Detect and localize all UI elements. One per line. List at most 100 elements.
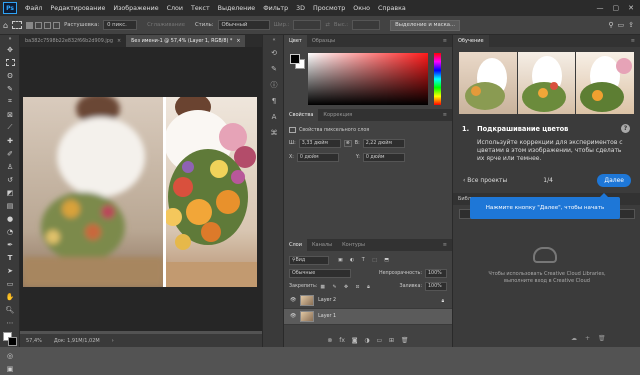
lock-icons[interactable]: ▦ ✎ ✥ ⊡ 🔒︎ (320, 284, 372, 290)
tab-color[interactable]: Цвет (284, 35, 307, 47)
workspace-icon[interactable]: ▭ (618, 21, 625, 29)
tab-document-untitled[interactable]: Без имени-1 @ 57,4% (Layer 1, RGB/8) *× (126, 35, 245, 47)
panel-menu-icon[interactable]: ≡ (438, 239, 452, 251)
maximize-icon[interactable]: ▢ (613, 4, 620, 12)
height-field[interactable]: 2,22 дюйм (363, 139, 405, 148)
dodge-tool-icon[interactable]: ◔ (0, 225, 20, 238)
history-icon[interactable]: ⟲ (263, 45, 285, 61)
link-icon[interactable]: ⊗ (344, 140, 352, 147)
lasso-tool-icon[interactable]: ʘ (0, 69, 20, 82)
blend-mode-select[interactable]: Обычные (289, 269, 351, 278)
tab-paths[interactable]: Контуры (337, 239, 370, 251)
swap-icon[interactable]: ⇄ (325, 22, 329, 28)
menu-window[interactable]: Окно (349, 5, 374, 12)
crop-tool-icon[interactable]: ⌗ (0, 95, 20, 108)
rectangle-tool-icon[interactable]: ▭ (0, 277, 20, 290)
quick-mask-icon[interactable]: ◎ (0, 349, 20, 362)
brush-settings-icon[interactable]: ✎ (263, 61, 285, 77)
coach-tooltip[interactable]: Нажмите кнопку "Далее", чтобы начать (470, 197, 620, 219)
cloud-icon[interactable]: ☁ (571, 335, 577, 342)
style-select[interactable]: Обычный (218, 20, 270, 30)
smoothing-checkbox[interactable]: Сглаживание (147, 22, 185, 28)
tab-learn[interactable]: Обучение (453, 35, 489, 47)
feather-input[interactable]: 0 пикс. (103, 20, 137, 30)
visibility-eye-icon[interactable]: 👁︎ (290, 314, 296, 319)
layer-row-selected[interactable]: 👁︎ Layer 1 (284, 309, 452, 325)
adjustment-layer-icon[interactable]: ◑ (364, 337, 369, 344)
all-projects-link[interactable]: ‹ Все проекты (463, 177, 507, 184)
filter-icons[interactable]: ▣ ◐ T ⬚ ⬒ (338, 258, 392, 263)
close-icon[interactable]: × (236, 38, 240, 44)
menu-help[interactable]: Справка (374, 5, 410, 12)
layer-row[interactable]: 👁︎ Layer 2 🔒︎ (284, 293, 452, 309)
tab-layers[interactable]: Слои (284, 239, 307, 251)
character-icon[interactable]: A (263, 109, 285, 125)
new-group-icon[interactable]: ▭ (377, 337, 383, 344)
menu-view[interactable]: Просмотр (309, 5, 349, 12)
menu-file[interactable]: Файл (21, 5, 46, 12)
marquee-tool-icon[interactable] (12, 21, 22, 29)
more-tools-icon[interactable]: ⋯ (0, 316, 20, 329)
width-input[interactable] (293, 20, 321, 30)
panel-menu-icon[interactable]: ≡ (626, 35, 640, 47)
delete-layer-icon[interactable]: 🗑︎ (401, 337, 409, 344)
menu-select[interactable]: Выделение (214, 5, 260, 12)
new-layer-icon[interactable]: ⊞ (389, 337, 394, 344)
foreground-color-swatch[interactable] (290, 54, 300, 64)
gradient-tool-icon[interactable]: ▤ (0, 199, 20, 212)
y-field[interactable]: 0 дюйм (363, 153, 405, 162)
help-icon[interactable]: ? (621, 124, 630, 133)
search-icon[interactable]: ⚲ (608, 21, 613, 29)
share-icon[interactable]: ⇪ (628, 21, 634, 29)
selection-mode-icons[interactable] (26, 22, 60, 29)
frame-tool-icon[interactable]: ⊠ (0, 108, 20, 121)
width-field[interactable]: 3,33 дюйм (299, 139, 341, 148)
zoom-tool-icon[interactable]: 🔍︎ (0, 303, 20, 316)
quick-select-tool-icon[interactable]: ✎ (0, 82, 20, 95)
pen-tool-icon[interactable]: ✒ (0, 238, 20, 251)
hand-tool-icon[interactable]: ✋ (0, 290, 20, 303)
layer-style-icon[interactable]: fx (339, 337, 345, 344)
delete-icon[interactable]: 🗑︎ (598, 335, 606, 342)
glyphs-icon[interactable]: ⌘ (263, 125, 285, 141)
home-icon[interactable]: ⌂ (3, 21, 8, 30)
add-icon[interactable]: + (585, 335, 590, 342)
brush-tool-icon[interactable]: ✐ (0, 147, 20, 160)
paragraph-icon[interactable]: ¶ (263, 93, 285, 109)
panel-collapse-icon[interactable]: « (263, 35, 285, 45)
fill-input[interactable]: 100% (425, 282, 447, 291)
blur-tool-icon[interactable]: ● (0, 212, 20, 225)
info-icon[interactable]: ⓘ (263, 77, 285, 93)
add-mask-icon[interactable]: ◙ (352, 337, 358, 344)
document-size[interactable]: Док: 1,91M/1,02M (54, 338, 100, 344)
marquee-tool-icon[interactable] (0, 56, 20, 69)
path-selection-tool-icon[interactable]: ➤ (0, 264, 20, 277)
screen-mode-icon[interactable]: ▣ (0, 362, 20, 375)
status-arrow-icon[interactable]: › (112, 338, 114, 344)
document-image[interactable] (23, 97, 257, 287)
opacity-input[interactable]: 100% (425, 269, 447, 278)
history-brush-tool-icon[interactable]: ↺ (0, 173, 20, 186)
layer-name[interactable]: Layer 2 (318, 298, 336, 303)
panel-collapse-icon[interactable]: » (0, 35, 20, 43)
link-layers-icon[interactable]: ⊗ (327, 337, 332, 344)
healing-brush-tool-icon[interactable]: ✚ (0, 134, 20, 147)
panel-menu-icon[interactable]: ≡ (438, 35, 452, 47)
tab-channels[interactable]: Каналы (307, 239, 337, 251)
menu-filter[interactable]: Фильтр (259, 5, 292, 12)
select-and-mask-button[interactable]: Выделение и маска... (390, 20, 460, 31)
panel-menu-icon[interactable]: ≡ (438, 109, 452, 121)
layer-name[interactable]: Layer 1 (318, 314, 336, 319)
tab-document-jpg[interactable]: ba382c7598b22e832f66b2d909.jpg× (20, 35, 126, 47)
color-field[interactable] (308, 53, 428, 105)
tab-properties[interactable]: Свойства (284, 109, 318, 121)
eraser-tool-icon[interactable]: ◩ (0, 186, 20, 199)
minimize-icon[interactable]: — (597, 4, 604, 12)
next-button[interactable]: Далее (597, 174, 631, 187)
type-tool-icon[interactable]: T (0, 251, 20, 264)
visibility-eye-icon[interactable]: 👁︎ (290, 298, 296, 303)
tab-swatches[interactable]: Образцы (307, 35, 340, 47)
menu-type[interactable]: Текст (187, 5, 214, 12)
hue-slider[interactable] (434, 53, 441, 105)
zoom-level[interactable]: 57,4% (26, 338, 42, 344)
